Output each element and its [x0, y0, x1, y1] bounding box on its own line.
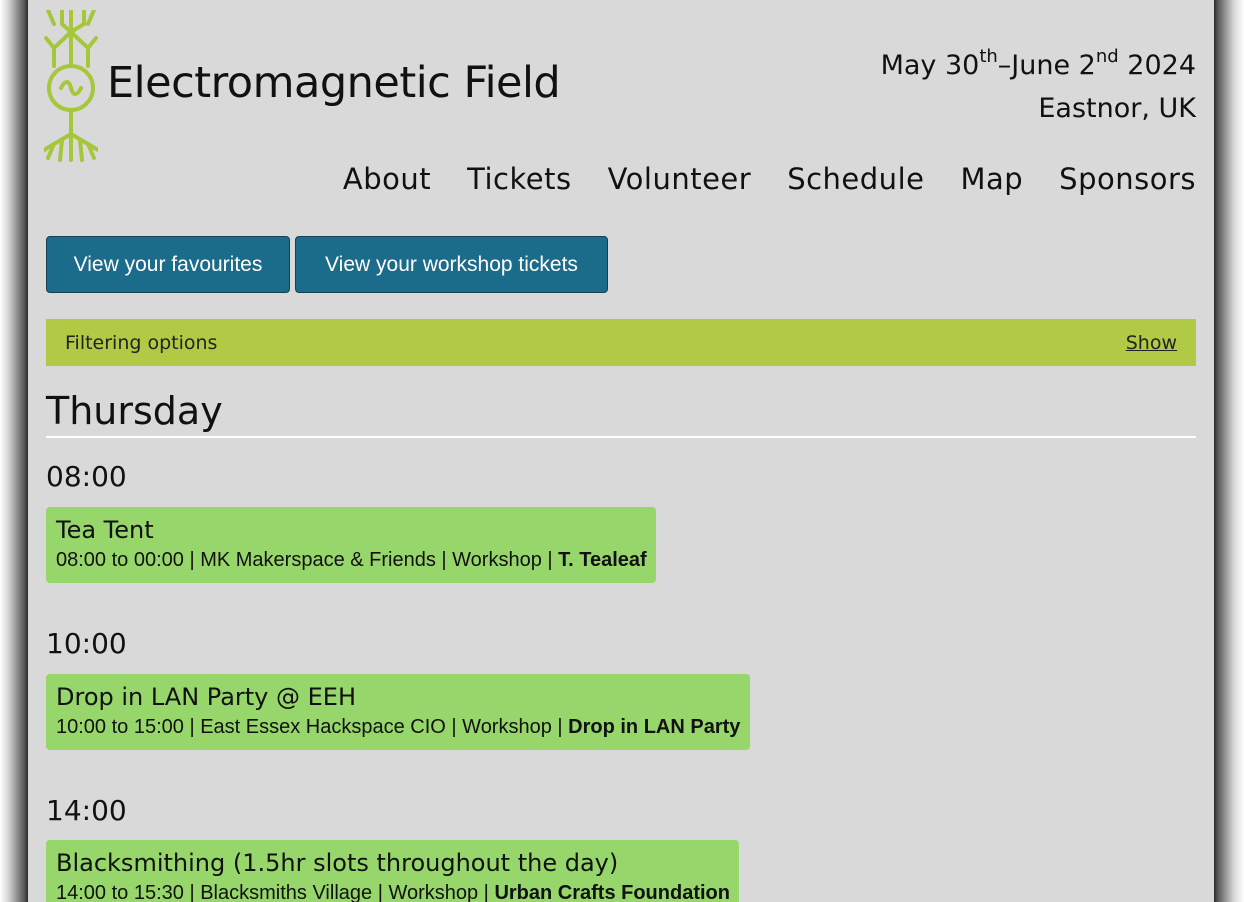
view-workshop-tickets-button[interactable]: View your workshop tickets	[295, 236, 608, 293]
main-nav: About Tickets Volunteer Schedule Map Spo…	[343, 162, 1196, 196]
nav-tickets[interactable]: Tickets	[467, 162, 571, 196]
event-title: Blacksmithing (1.5hr slots throughout th…	[56, 849, 619, 877]
event-dates: May 30th–June 2nd 2024 Eastnor, UK	[881, 44, 1196, 130]
nav-about[interactable]: About	[343, 162, 431, 196]
event-card[interactable]: Blacksmithing (1.5hr slots throughout th…	[46, 840, 739, 902]
page-container: Electromagnetic Field May 30th–June 2nd …	[28, 0, 1214, 902]
event-host: T. Tealeaf	[558, 549, 647, 571]
page-shadow-left	[0, 0, 28, 902]
event-card[interactable]: Drop in LAN Party @ EEH 10:00 to 15:00 |…	[46, 674, 750, 750]
emf-tree-logo-icon[interactable]	[42, 8, 100, 164]
view-favourites-button[interactable]: View your favourites	[46, 236, 290, 293]
event-meta: 14:00 to 15:30 | Blacksmiths Village | W…	[56, 882, 730, 902]
event-title: Drop in LAN Party @ EEH	[56, 683, 357, 711]
time-heading: 10:00	[46, 627, 127, 660]
event-host: Drop in LAN Party	[568, 716, 741, 738]
time-heading: 08:00	[46, 460, 127, 493]
day-heading: Thursday	[46, 389, 1196, 438]
event-card[interactable]: Tea Tent 08:00 to 00:00 | MK Makerspace …	[46, 507, 656, 583]
page-shadow-right	[1214, 0, 1244, 902]
site-title[interactable]: Electromagnetic Field	[107, 58, 561, 108]
event-meta: 08:00 to 00:00 | MK Makerspace & Friends…	[56, 549, 647, 571]
filtering-options-bar[interactable]: Filtering options Show	[46, 319, 1196, 366]
event-host: Urban Crafts Foundation	[494, 882, 730, 902]
nav-sponsors[interactable]: Sponsors	[1059, 162, 1196, 196]
show-filters-link[interactable]: Show	[1126, 332, 1177, 354]
nav-map[interactable]: Map	[960, 162, 1023, 196]
event-title: Tea Tent	[56, 516, 154, 544]
event-date-range: May 30th–June 2nd 2024	[880, 46, 1196, 82]
time-heading: 14:00	[46, 794, 127, 827]
event-location: Eastnor, UK	[1038, 93, 1196, 124]
event-meta: 10:00 to 15:00 | East Essex Hackspace CI…	[56, 716, 741, 738]
nav-schedule[interactable]: Schedule	[787, 162, 924, 196]
nav-volunteer[interactable]: Volunteer	[608, 162, 752, 196]
filtering-options-label: Filtering options	[65, 331, 218, 354]
